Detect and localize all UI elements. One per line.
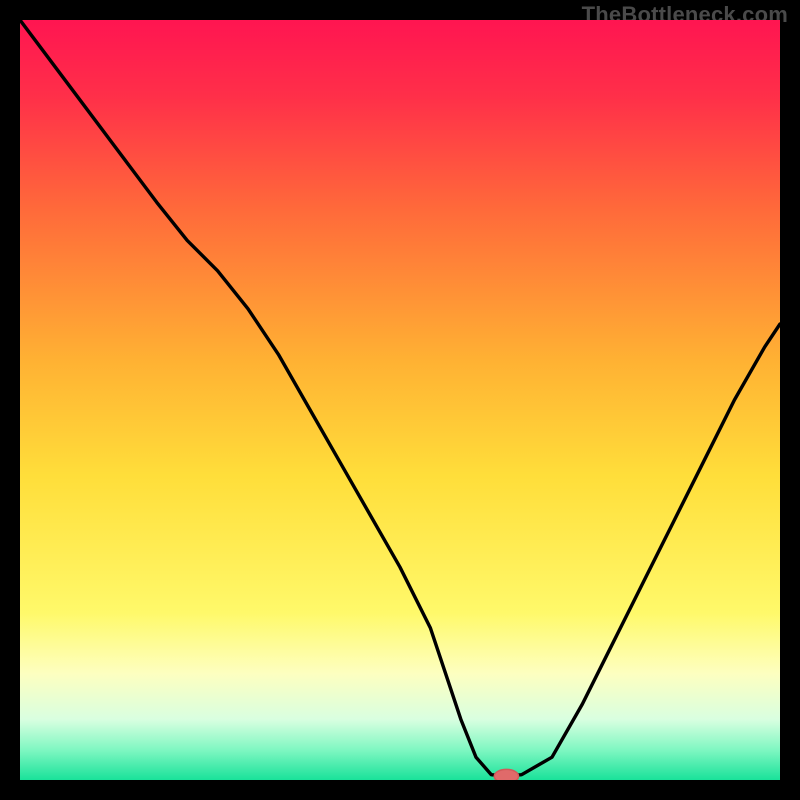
optimal-point-marker <box>494 769 518 780</box>
gradient-background <box>20 20 780 780</box>
bottleneck-chart <box>20 20 780 780</box>
chart-frame: TheBottleneck.com <box>0 0 800 800</box>
